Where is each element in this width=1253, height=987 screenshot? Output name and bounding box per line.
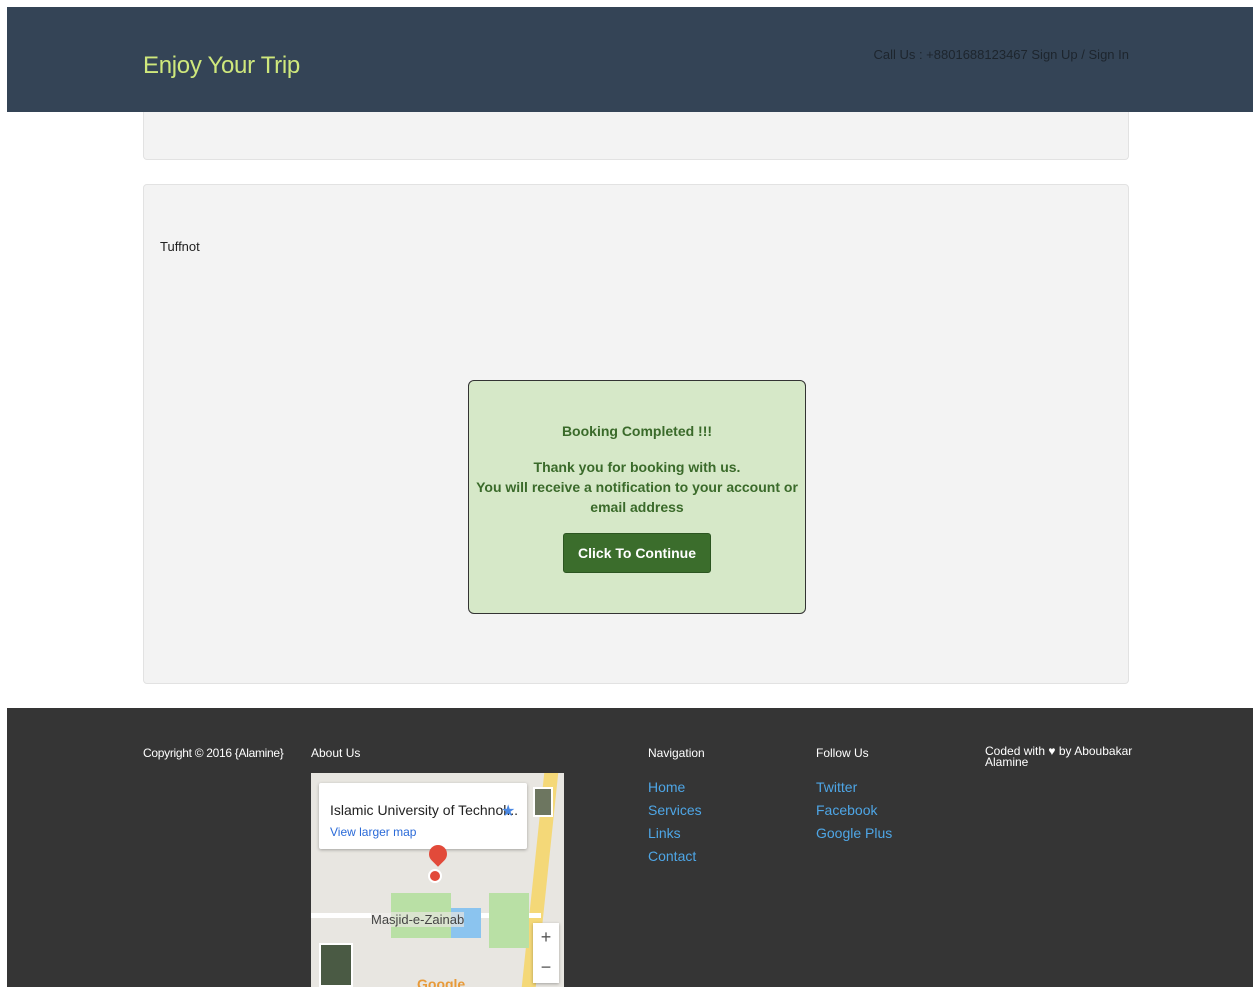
follow-link-twitter[interactable]: Twitter xyxy=(816,776,892,799)
booking-message: Thank you for booking with us. You will … xyxy=(469,457,805,517)
follow-link-facebook[interactable]: Facebook xyxy=(816,799,892,822)
booking-confirmation-box: Booking Completed !!! Thank you for book… xyxy=(468,380,806,614)
link-separator: / xyxy=(1081,47,1085,62)
call-us-text: Call Us : +8801688123467 xyxy=(873,47,1028,62)
satellite-toggle[interactable] xyxy=(319,943,353,987)
follow-link-google-plus[interactable]: Google Plus xyxy=(816,822,892,845)
map-place-label: Masjid-e-Zainab xyxy=(371,912,465,927)
embedded-map[interactable]: Islamic University of Technol... ★ View … xyxy=(311,773,564,987)
site-header: Enjoy Your Trip Call Us : +8801688123467… xyxy=(7,7,1253,112)
sign-in-link[interactable]: Sign In xyxy=(1089,47,1129,62)
star-icon[interactable]: ★ xyxy=(501,801,515,821)
about-us-title: About Us xyxy=(311,746,361,760)
heart-icon: ♥ xyxy=(1048,744,1056,758)
view-larger-map-link[interactable]: View larger map xyxy=(330,825,416,839)
nav-link-links[interactable]: Links xyxy=(648,822,702,845)
booking-title: Booking Completed !!! xyxy=(561,423,713,439)
google-logo: Google xyxy=(417,976,466,987)
zoom-out-button[interactable]: − xyxy=(533,953,559,983)
map-place-title: Islamic University of Technol... xyxy=(330,802,519,818)
nav-link-home[interactable]: Home xyxy=(648,776,702,799)
map-marker-dot-icon xyxy=(428,869,442,883)
map-info-card: Islamic University of Technol... ★ View … xyxy=(319,783,527,849)
navigation-links: Home Services Links Contact xyxy=(648,776,702,868)
site-footer: Copyright © 2016 {Alamine} About Us Isla… xyxy=(7,708,1253,987)
nav-link-services[interactable]: Services xyxy=(648,799,702,822)
top-panel xyxy=(143,112,1129,160)
continue-button[interactable]: Click To Continue xyxy=(563,533,711,573)
map-zoom-controls: + − xyxy=(533,923,559,983)
nav-link-contact[interactable]: Contact xyxy=(648,845,702,868)
map-park-area-2 xyxy=(489,893,529,948)
follow-us-title: Follow Us xyxy=(816,746,869,760)
booking-message-line2: You will receive a notification to your … xyxy=(476,479,798,515)
follow-links: Twitter Facebook Google Plus xyxy=(816,776,892,845)
coded-with-text: Coded with ♥ by Aboubakar Alamine xyxy=(985,744,1135,768)
sign-up-link[interactable]: Sign Up xyxy=(1031,47,1077,62)
booking-message-line1: Thank you for booking with us. xyxy=(533,459,741,475)
copyright-text: Copyright © 2016 {Alamine} xyxy=(143,746,284,760)
zoom-in-button[interactable]: + xyxy=(533,923,559,953)
main-panel: Tuffnot Booking Completed !!! Thank you … xyxy=(143,184,1129,684)
header-contact-links: Call Us : +8801688123467 Sign Up / Sign … xyxy=(873,47,1129,62)
brand-logo-text[interactable]: Enjoy Your Trip xyxy=(143,52,300,80)
user-name: Tuffnot xyxy=(160,239,200,254)
navigation-title: Navigation xyxy=(648,746,705,760)
map-photo-thumbnail[interactable] xyxy=(533,787,553,817)
